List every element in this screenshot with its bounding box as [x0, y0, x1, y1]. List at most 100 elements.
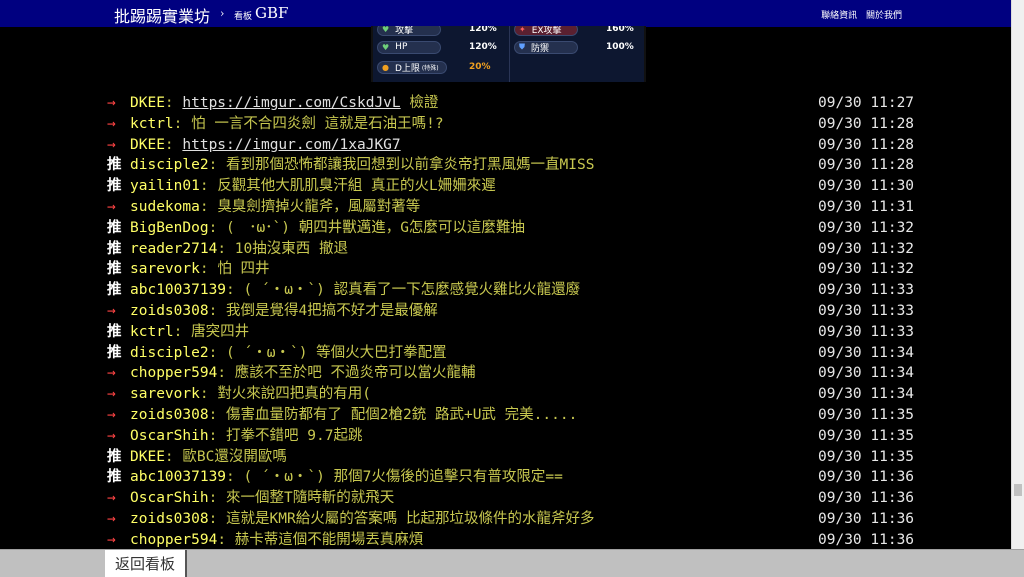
push-row: → chopper594: 應該不至於吧 不過炎帝可以當火龍輔 09/30 11:3…	[0, 363, 1010, 384]
push-link[interactable]: https://imgur.com/CskdJvL	[182, 95, 400, 111]
push-userid: zoids0308	[130, 303, 209, 319]
push-user-line: sudekoma: 臭臭劍擠掉火龍斧，風屬對著等	[130, 199, 421, 215]
stat-pill: ⛊ 防禦	[514, 40, 578, 54]
push-time: 09/30 11:31	[818, 199, 915, 215]
push-row: → zoids0308: 我倒是覺得4把搞不好才是最優解 09/30 11:33	[0, 301, 1010, 322]
push-userid: yailin01	[130, 178, 200, 195]
push-userid: OscarShih	[130, 490, 209, 507]
heart-icon: ♥	[382, 26, 390, 34]
push-content: 10抽沒東西 撤退	[234, 240, 348, 257]
push-time: 09/30 11:33	[818, 282, 915, 299]
push-time: 09/30 11:28	[818, 115, 915, 132]
push-tag: 推	[107, 469, 122, 486]
push-row: 推 disciple2: ( ´・ω・`) 等個火大巴打拳配置 09/30 11:3…	[0, 343, 1010, 364]
push-time: 09/30 11:32	[818, 219, 915, 236]
push-tag: →	[107, 115, 116, 132]
push-time: 09/30 11:32	[818, 240, 915, 257]
push-user-line: disciple2: ( ´・ω・`) 等個火大巴打拳配置	[130, 344, 447, 361]
push-tag: →	[107, 136, 116, 153]
push-content: ( ´・ω・`) 等個火大巴打拳配置	[226, 344, 447, 361]
push-tag: →	[107, 511, 116, 527]
push-tag: 推	[107, 323, 122, 340]
push-tag: →	[107, 490, 116, 507]
push-user-line: abc10037139: ( ´・ω・`) 那個7火傷後的追擊只有普攻限定==	[130, 469, 563, 486]
shield-icon: ⛊	[519, 42, 525, 51]
push-user-line: BigBenDog: ( ･ω･`) 朝四井獸邁進，G怎麼可以這麼難抽	[130, 219, 525, 236]
push-row: 推 reader2714: 10抽沒東西 撤退 09/30 11:32	[0, 239, 1010, 260]
push-time: 09/30 11:34	[818, 386, 915, 403]
push-userid: zoids0308	[130, 511, 209, 527]
push-tag: 推	[107, 261, 122, 278]
push-content: 對火來說四把真的有用(	[217, 386, 372, 403]
push-content: 應該不至於吧 不過炎帝可以當火龍輔	[234, 365, 476, 382]
push-tag: →	[107, 531, 116, 548]
push-row: → DKEE: https://imgur.com/1xaJKG7 09/30 11…	[0, 135, 1010, 156]
push-userid: disciple2	[130, 157, 209, 174]
push-content: ( ･ω･`) 朝四井獸邁進，G怎麼可以這麼難抽	[226, 219, 525, 236]
push-row: → kctrl: 怕 一言不合四炎劍 這就是石油王嗎!? 09/30 11:28	[0, 114, 1010, 135]
push-userid: abc10037139	[130, 469, 227, 486]
heart-icon: ♥	[382, 42, 390, 52]
push-user-line: zoids0308: 我倒是覺得4把搞不好才是最優解	[130, 303, 438, 319]
push-row: 推 kctrl: 唐突四井 09/30 11:33	[0, 322, 1010, 343]
push-time: 09/30 11:36	[818, 469, 915, 486]
push-time: 09/30 11:33	[818, 303, 915, 319]
push-userid: abc10037139	[130, 282, 227, 299]
push-tag: →	[107, 427, 116, 444]
push-time: 09/30 11:32	[818, 261, 915, 278]
push-user-line: zoids0308: 這就是KMR給火屬的答案嗎 比起那垃圾條件的水龍斧好多	[130, 511, 595, 527]
push-tag: →	[107, 303, 116, 319]
push-tag: →	[107, 407, 116, 423]
push-content: 臭臭劍擠掉火龍斧，風屬對著等	[217, 199, 421, 215]
sword-icon: ✦	[519, 26, 526, 34]
push-tag: 推	[107, 219, 122, 236]
push-row: 推 yailin01: 反觀其他大肌肌臭汗組 真正的火L姍姍來遲 09/30 11:…	[0, 176, 1010, 197]
push-user-line: yailin01: 反觀其他大肌肌臭汗組 真正的火L姍姍來遲	[130, 178, 496, 195]
vertical-scrollbar[interactable]	[1011, 0, 1024, 549]
push-content: 歐BC還沒開歐嗎	[182, 448, 287, 465]
board-label: 看板	[234, 12, 253, 22]
push-content: 我倒是覺得4把搞不好才是最優解	[226, 303, 438, 319]
push-userid: sarevork	[130, 261, 200, 278]
push-userid: kctrl	[130, 115, 174, 132]
push-time: 09/30 11:35	[818, 427, 915, 444]
stat-pill: ♥ 攻擊	[377, 26, 441, 36]
push-tag: →	[107, 365, 116, 382]
site-brand-link[interactable]: 批踢踢實業坊	[114, 3, 210, 27]
push-userid: DKEE	[130, 448, 165, 465]
board-name-link[interactable]: GBF	[255, 4, 288, 22]
push-user-line: sarevork: 對火來說四把真的有用(	[130, 386, 372, 403]
push-time: 09/30 11:34	[818, 344, 915, 361]
push-user-line: DKEE: https://imgur.com/1xaJKG7	[130, 136, 401, 153]
about-link[interactable]: 關於我們	[866, 11, 902, 21]
contact-link[interactable]: 聯絡資訊	[821, 11, 857, 21]
push-userid: reader2714	[130, 240, 218, 257]
push-time: 09/30 11:36	[818, 490, 915, 507]
push-tag: 推	[107, 344, 122, 361]
back-to-board-button[interactable]: 返回看板	[105, 550, 187, 577]
push-userid: DKEE	[130, 95, 165, 111]
push-content: 反觀其他大肌肌臭汗組 真正的火L姍姍來遲	[217, 178, 496, 195]
push-time: 09/30 11:36	[818, 531, 915, 548]
scrollbar-thumb[interactable]	[1014, 484, 1022, 496]
push-content: 這就是KMR給火屬的答案嗎 比起那垃圾條件的水龍斧好多	[226, 511, 595, 527]
push-time: 09/30 11:30	[818, 178, 915, 195]
push-row: → zoids0308: 傷害血量防都有了 配個2槍2銃 路武+U武 完美....…	[0, 405, 1010, 426]
push-row: → OscarShih: 打拳不錯吧 9.7起跳 09/30 11:35	[0, 426, 1010, 447]
breadcrumb-separator: ›	[220, 7, 225, 20]
push-row: → OscarShih: 來一個整T隨時斬的就飛天 09/30 11:36	[0, 488, 1010, 509]
push-user-line: kctrl: 怕 一言不合四炎劍 這就是石油王嗎!?	[130, 115, 444, 132]
push-userid: OscarShih	[130, 427, 209, 444]
push-user-line: chopper594: 赫卡蒂這個不能開場丟真麻煩	[130, 531, 424, 548]
push-tag: →	[107, 386, 116, 403]
push-userid: sarevork	[130, 386, 200, 403]
push-row: 推 sarevork: 怕 四井 09/30 11:32	[0, 259, 1010, 280]
push-content: 來一個整T隨時斬的就飛天	[226, 490, 395, 507]
push-time: 09/30 11:28	[818, 157, 915, 174]
push-link[interactable]: https://imgur.com/1xaJKG7	[182, 137, 400, 153]
push-content: 怕 一言不合四炎劍 這就是石油王嗎!?	[191, 115, 444, 132]
push-time: 09/30 11:35	[818, 448, 915, 465]
push-content: 傷害血量防都有了 配個2槍2銃 路武+U武 完美.....	[226, 407, 578, 423]
push-time: 09/30 11:28	[818, 136, 915, 153]
push-content: 看到那個恐怖都讓我回想到以前拿炎帝打黑風媽一直MISS	[226, 157, 595, 174]
